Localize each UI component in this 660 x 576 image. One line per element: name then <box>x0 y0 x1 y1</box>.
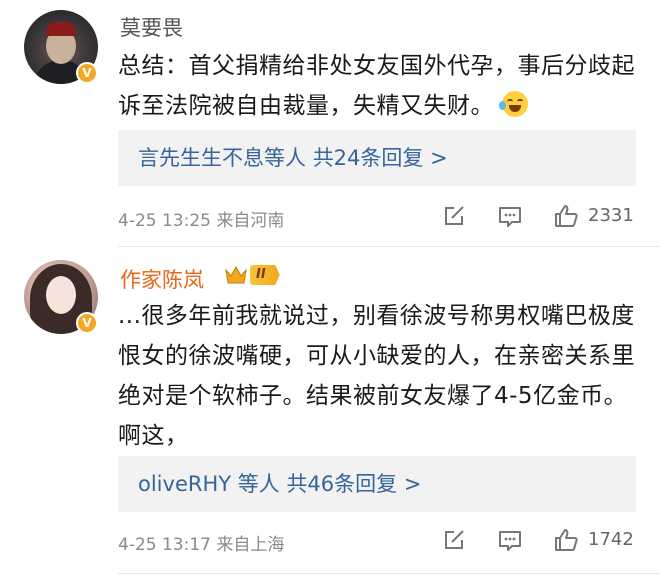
share-icon[interactable] <box>440 202 468 230</box>
like-icon[interactable] <box>552 526 580 554</box>
replies-who: oliveRHY 等人 <box>138 472 280 496</box>
member-rank-badge[interactable]: II <box>224 264 280 286</box>
like-count: 2331 <box>588 205 634 226</box>
comment-time: 4-25 13:25 <box>118 211 211 231</box>
comment-location: 来自上海 <box>216 535 285 555</box>
like-count: 1742 <box>588 529 634 550</box>
comment-location: 来自河南 <box>216 211 285 231</box>
replies-count: 共46条回复 > <box>286 472 422 496</box>
comment-icon[interactable] <box>496 202 524 230</box>
verified-icon: V <box>76 312 98 334</box>
replies-count: 共24条回复 > <box>312 146 448 170</box>
comment-item: V 作家陈岚 II ...很多年前我就说过，别看徐波号称男权嘴巴极度恨女的徐波嘴… <box>0 250 660 576</box>
comment-icon[interactable] <box>496 526 524 554</box>
verified-icon: V <box>76 62 98 84</box>
replies-link[interactable]: 言先生生不息等人 共24条回复 > <box>118 130 636 186</box>
divider <box>118 573 660 574</box>
divider <box>118 246 660 247</box>
comment-meta: 4-25 13:25 来自河南 <box>118 206 284 231</box>
comment-time: 4-25 13:17 <box>118 535 211 555</box>
crown-icon <box>225 265 247 284</box>
comment-text: ...很多年前我就说过，别看徐波号称男权嘴巴极度恨女的徐波嘴硬，可从小缺爱的人，… <box>118 303 635 449</box>
rank-level: II <box>250 265 280 285</box>
comment-item: V 莫要畏 总结：首父捐精给非处女友国外代孕，事后分歧起诉至法院被自由裁量，失精… <box>0 0 660 248</box>
comment-author[interactable]: 莫要畏 <box>120 12 183 42</box>
comment-meta: 4-25 13:17 来自上海 <box>118 530 284 555</box>
comment-text: 总结：首父捐精给非处女友国外代孕，事后分歧起诉至法院被自由裁量，失精又失财。 <box>118 53 635 119</box>
replies-who: 言先生生不息等人 <box>138 146 306 170</box>
share-icon[interactable] <box>440 526 468 554</box>
comment-author[interactable]: 作家陈岚 <box>120 264 204 294</box>
replies-link[interactable]: oliveRHY 等人 共46条回复 > <box>118 456 636 512</box>
laughing-crying-emoji-icon <box>498 91 528 117</box>
like-icon[interactable] <box>552 202 580 230</box>
